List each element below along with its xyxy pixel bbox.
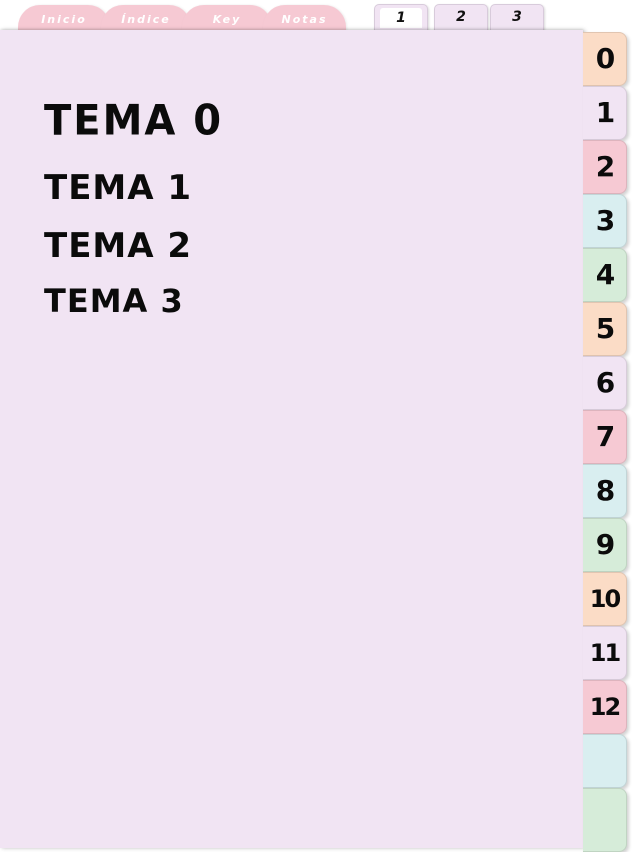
side-tab-10[interactable]: 10 [583,572,627,626]
side-tab-8[interactable]: 8 [583,464,627,518]
side-tab-3[interactable]: 3 [583,194,627,248]
topic-link-2[interactable]: TEMA 2 [44,226,192,266]
side-tab-13[interactable] [583,734,627,788]
side-tab-7[interactable]: 7 [583,410,627,464]
page-tab-label: 1 [380,8,422,28]
page-tab-2[interactable]: 2 [434,4,488,32]
side-tab-0[interactable]: 0 [583,32,627,86]
topic-link-1[interactable]: TEMA 1 [44,168,192,208]
topic-link-3[interactable]: TEMA 3 [44,282,184,320]
side-tab-11[interactable]: 11 [583,626,627,680]
side-tab-5[interactable]: 5 [583,302,627,356]
topic-link-0[interactable]: TEMA 0 [44,97,223,145]
side-tab-4[interactable]: 4 [583,248,627,302]
side-tab-14[interactable] [583,788,627,852]
page-tab-3[interactable]: 3 [490,4,544,32]
side-tab-9[interactable]: 9 [583,518,627,572]
side-tab-6[interactable]: 6 [583,356,627,410]
notebook-page: TEMA 0 TEMA 1 TEMA 2 TEMA 3 [0,30,583,848]
side-tab-2[interactable]: 2 [583,140,627,194]
page-tab-1[interactable]: 1 [374,4,428,32]
side-tab-12[interactable]: 12 [583,680,627,734]
side-tab-1[interactable]: 1 [583,86,627,140]
